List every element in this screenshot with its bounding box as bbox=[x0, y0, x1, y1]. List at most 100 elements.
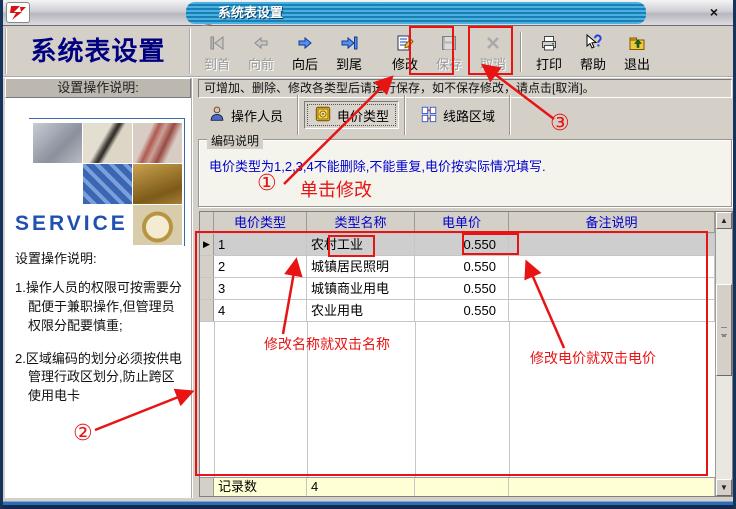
titlebar: 系统表设置 × bbox=[3, 0, 733, 26]
scroll-down-button[interactable]: ▼ bbox=[716, 479, 732, 496]
cell-unit-price[interactable]: 0.550 bbox=[415, 234, 509, 255]
grid-line bbox=[509, 322, 510, 477]
grid-line bbox=[415, 322, 416, 477]
tab-separator bbox=[297, 95, 299, 135]
sidebar: 设置操作说明: SERVICE 设置操作说明: 1.操作人员的权限可按需要分配便… bbox=[5, 78, 193, 498]
print-button[interactable]: 打印 bbox=[527, 28, 571, 76]
cell-note[interactable] bbox=[509, 256, 715, 277]
go-last-button[interactable]: 到尾 bbox=[327, 28, 371, 76]
column-header-unit-price[interactable]: 电单价 bbox=[415, 212, 509, 233]
exit-button[interactable]: 退出 bbox=[615, 28, 659, 76]
tab-line-area[interactable]: 线路区域 bbox=[411, 101, 504, 129]
cancel-label: 取消 bbox=[480, 54, 506, 73]
grid-line bbox=[214, 322, 215, 477]
instruction-item-2: 2.区域编码的划分必须按供电管理行政区划分,防止跨区使用电卡 bbox=[15, 350, 187, 407]
tab-separator bbox=[404, 95, 406, 135]
print-label: 打印 bbox=[536, 54, 562, 73]
column-header-price-type[interactable]: 电价类型 bbox=[214, 212, 307, 233]
area-diagram-icon bbox=[420, 105, 438, 126]
close-button[interactable]: × bbox=[705, 4, 723, 20]
person-icon bbox=[208, 105, 226, 126]
app-logo-icon bbox=[6, 2, 30, 23]
go-last-label: 到尾 bbox=[336, 54, 362, 73]
go-previous-button[interactable]: 向前 bbox=[239, 28, 283, 76]
cell-price-type[interactable]: 2 bbox=[214, 256, 307, 277]
table-row[interactable]: ▶ 1 农村工业 0.550 bbox=[200, 234, 715, 256]
cell-unit-price[interactable]: 0.550 bbox=[415, 300, 509, 321]
print-icon bbox=[539, 32, 559, 54]
table-header-row: 电价类型 类型名称 电单价 备注说明 bbox=[200, 212, 715, 234]
record-count-value: 4 bbox=[307, 478, 415, 496]
photo-pens bbox=[133, 123, 182, 163]
photo-gold bbox=[133, 164, 182, 204]
tab-price-type[interactable]: 电价类型 bbox=[304, 101, 399, 129]
scrollbar-thumb[interactable] bbox=[716, 284, 732, 376]
go-previous-icon bbox=[251, 32, 271, 54]
toolbar-row: 系统表设置 到首 向前 向后 到尾 修改 bbox=[3, 26, 733, 78]
cell-price-type[interactable]: 3 bbox=[214, 278, 307, 299]
cancel-button[interactable]: 取消 bbox=[471, 28, 515, 76]
service-text: SERVICE bbox=[15, 212, 128, 236]
window-bottom-frame bbox=[3, 499, 733, 509]
cell-price-type[interactable]: 4 bbox=[214, 300, 307, 321]
vertical-scrollbar[interactable]: ▲ ▼ bbox=[715, 212, 732, 496]
annotation-step2-number: ② bbox=[73, 422, 93, 444]
tab-price-type-label: 电价类型 bbox=[337, 106, 389, 125]
coding-note-groupbox: 编码说明 电价类型为1,2,3,4不能删除,不能重复,电价按实际情况填写. bbox=[198, 139, 732, 207]
price-book-icon bbox=[314, 105, 332, 126]
photo-pen bbox=[83, 123, 132, 163]
go-next-button[interactable]: 向后 bbox=[283, 28, 327, 76]
cell-unit-price[interactable]: 0.550 bbox=[415, 278, 509, 299]
row-selector-cell bbox=[200, 256, 214, 277]
row-selector-cell bbox=[200, 278, 214, 299]
exit-label: 退出 bbox=[624, 54, 650, 73]
tab-line-area-label: 线路区域 bbox=[443, 106, 495, 125]
info-bar: 可增加、删除、修改各类型后请进行保存，如不保存修改，请点击[取消]。 bbox=[198, 79, 732, 98]
help-icon bbox=[583, 32, 603, 54]
groupbox-title: 编码说明 bbox=[207, 132, 263, 149]
table-row[interactable]: 3 城镇商业用电 0.550 bbox=[200, 278, 715, 300]
tab-operators[interactable]: 操作人员 bbox=[199, 101, 292, 129]
help-button[interactable]: 帮助 bbox=[571, 28, 615, 76]
sidebar-header: 设置操作说明: bbox=[5, 78, 191, 98]
footer-empty-cell bbox=[415, 478, 509, 496]
go-first-icon bbox=[207, 32, 227, 54]
column-header-note[interactable]: 备注说明 bbox=[509, 212, 715, 233]
instructions-title: 设置操作说明: bbox=[15, 248, 187, 267]
help-label: 帮助 bbox=[580, 54, 606, 73]
cell-type-name[interactable]: 农村工业 bbox=[307, 234, 415, 255]
cell-type-name[interactable]: 城镇商业用电 bbox=[307, 278, 415, 299]
table-row[interactable]: 2 城镇居民照明 0.550 bbox=[200, 256, 715, 278]
footer-empty-cell bbox=[509, 478, 715, 496]
toolbar: 到首 向前 向后 到尾 修改 保存 bbox=[195, 27, 659, 77]
cell-note[interactable] bbox=[509, 278, 715, 299]
cell-note[interactable] bbox=[509, 300, 715, 321]
cell-type-name[interactable]: 农业用电 bbox=[307, 300, 415, 321]
save-icon bbox=[439, 32, 459, 54]
collage-line-vertical bbox=[184, 118, 185, 246]
column-header-type-name[interactable]: 类型名称 bbox=[307, 212, 415, 233]
row-selector-cell bbox=[200, 300, 214, 321]
tab-bar: 操作人员 电价类型 线路区域 bbox=[199, 100, 516, 130]
scroll-up-button[interactable]: ▲ bbox=[716, 212, 732, 229]
service-collage: SERVICE bbox=[5, 100, 191, 268]
cell-price-type[interactable]: 1 bbox=[214, 234, 307, 255]
table-row[interactable]: 4 农业用电 0.550 bbox=[200, 300, 715, 322]
photo-tools bbox=[33, 123, 82, 163]
window-title: 系统表设置 bbox=[186, 2, 646, 24]
modify-button[interactable]: 修改 bbox=[383, 28, 427, 76]
annotation-step1-number: ① bbox=[257, 172, 277, 194]
cell-type-name[interactable]: 城镇居民照明 bbox=[307, 256, 415, 277]
save-button[interactable]: 保存 bbox=[427, 28, 471, 76]
cell-note[interactable] bbox=[509, 234, 715, 255]
edit-icon bbox=[395, 32, 415, 54]
collage-line-horizontal bbox=[29, 118, 185, 119]
annotation-price-tip: 修改电价就双击电价 bbox=[530, 348, 656, 368]
cell-unit-price[interactable]: 0.550 bbox=[415, 256, 509, 277]
annotation-name-tip: 修改名称就双击名称 bbox=[264, 334, 390, 354]
exit-icon bbox=[627, 32, 647, 54]
go-last-icon bbox=[339, 32, 359, 54]
app-window: 系统表设置 × 系统表设置 到首 向前 向后 到尾 bbox=[0, 0, 736, 509]
go-first-button[interactable]: 到首 bbox=[195, 28, 239, 76]
footer-selector-cell bbox=[200, 478, 214, 496]
